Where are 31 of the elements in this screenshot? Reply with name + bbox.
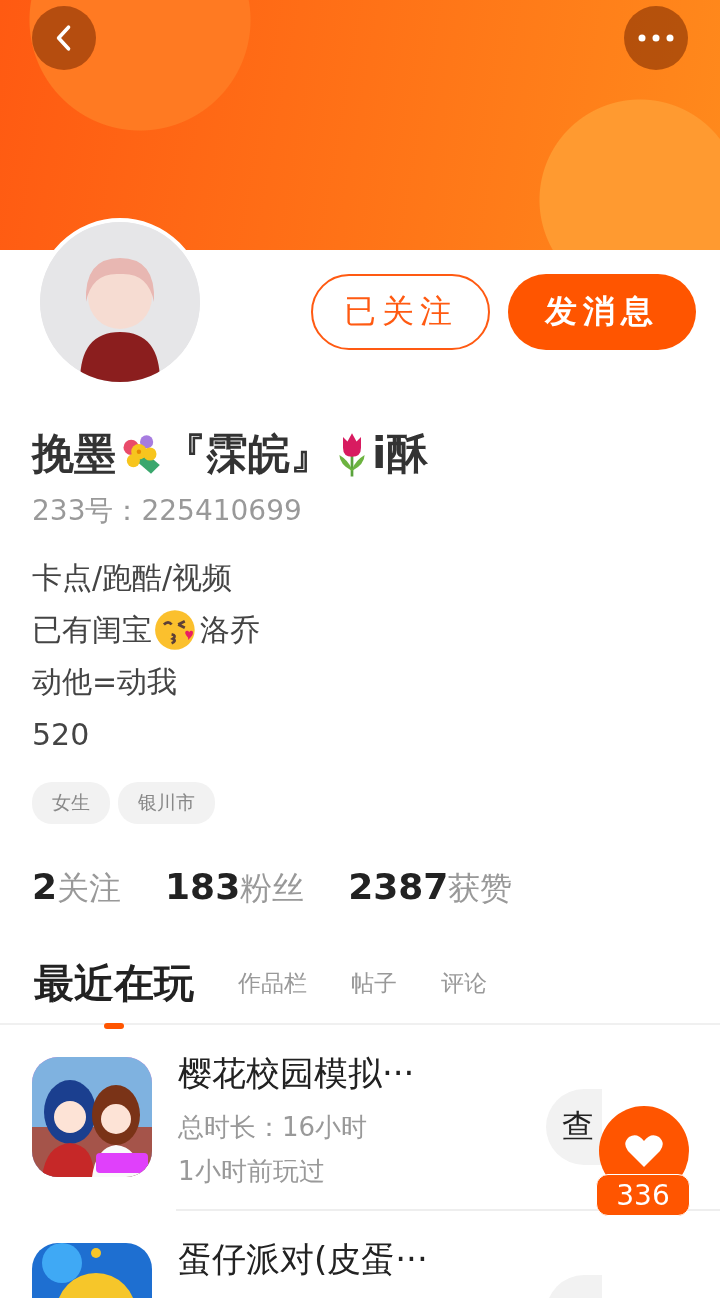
user-name: 『霂皖』: [164, 428, 332, 480]
tab-indicator: [104, 1022, 124, 1029]
back-icon: [55, 24, 73, 52]
heart-icon: [624, 1133, 664, 1169]
following-button[interactable]: 已关注: [311, 274, 490, 350]
user-name: 挽墨: [32, 428, 116, 480]
profile-tag: 银川市: [118, 782, 215, 824]
bio-text: 洛乔: [200, 610, 260, 649]
more-icon: [638, 34, 674, 42]
game-title: 蛋仔派对(皮蛋···: [178, 1238, 429, 1281]
bio-text: 动他=动我: [32, 662, 178, 701]
tab[interactable]: 作品栏: [236, 967, 309, 999]
bio-text: 520: [32, 716, 90, 752]
bio-text: 已有闺宝: [32, 610, 152, 649]
tab[interactable]: 最近在玩: [32, 955, 196, 1011]
last-played: 1小时前玩过: [178, 1155, 326, 1188]
stat-count[interactable]: 2关注: [32, 866, 122, 911]
user-name: i酥: [372, 428, 429, 480]
bio-text: 卡点/跑酷/视频: [32, 558, 233, 597]
user-id: 233号：225410699: [32, 493, 303, 529]
stat-count[interactable]: 2387获赞: [348, 866, 513, 911]
stat-count[interactable]: 183粉丝: [165, 866, 305, 911]
play-duration: 总时长：16小时: [178, 1111, 369, 1144]
message-button[interactable]: 发消息: [508, 274, 696, 350]
like-count: 336: [596, 1174, 690, 1216]
kiss-emoji-icon: [154, 608, 198, 652]
profile-tag: 女生: [32, 782, 110, 824]
game-title: 樱花校园模拟···: [178, 1052, 416, 1095]
tab[interactable]: 帖子: [349, 967, 399, 999]
view-button[interactable]: 查: [546, 1089, 602, 1165]
tab[interactable]: 评论: [439, 967, 489, 999]
